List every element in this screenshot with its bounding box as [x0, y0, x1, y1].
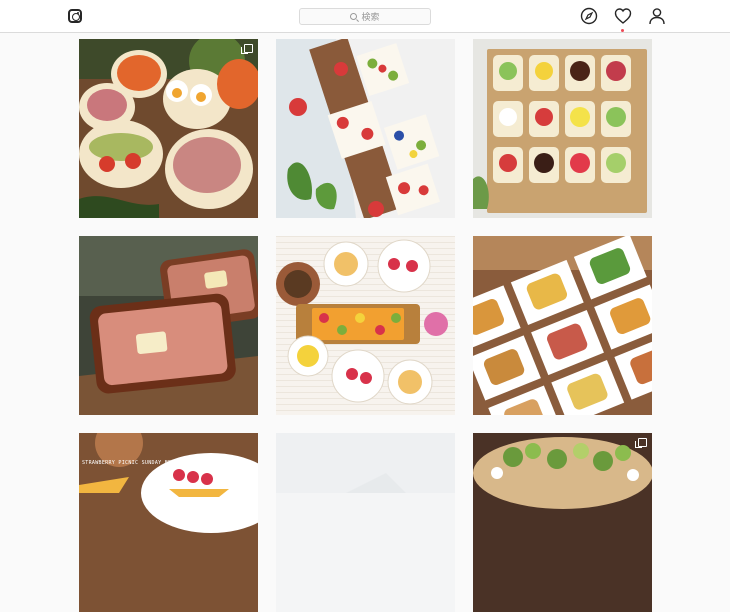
post-thumbnail[interactable]: STRAWBERRY PICNIC SUNDAY BRUNCH	[79, 433, 258, 612]
post-grid: STRAWBERRY PICNIC SUNDAY BRUNCH	[79, 39, 652, 612]
activity-heart-icon[interactable]	[614, 7, 632, 32]
post-thumbnail[interactable]	[276, 433, 455, 612]
post-caption-overlay: STRAWBERRY PICNIC SUNDAY BRUNCH	[82, 460, 185, 466]
instagram-camera-icon[interactable]	[68, 9, 82, 23]
post-thumbnail[interactable]	[79, 39, 258, 218]
multiple-photos-icon	[241, 44, 253, 54]
post-thumbnail[interactable]	[473, 39, 652, 218]
multiple-photos-icon	[635, 438, 647, 448]
post-thumbnail[interactable]	[276, 39, 455, 218]
profile-user-icon[interactable]	[648, 7, 666, 25]
post-thumbnail[interactable]	[276, 236, 455, 415]
post-thumbnail[interactable]	[79, 236, 258, 415]
search-placeholder: 検索	[361, 13, 380, 23]
post-thumbnail[interactable]	[473, 236, 652, 415]
explore-compass-icon[interactable]	[580, 7, 598, 25]
search-icon	[350, 13, 358, 20]
notification-dot	[621, 29, 624, 32]
top-navigation-bar: 検索	[0, 0, 730, 33]
search-input[interactable]: 検索	[299, 8, 431, 25]
nav-icons	[580, 7, 666, 32]
post-thumbnail[interactable]	[473, 433, 652, 612]
